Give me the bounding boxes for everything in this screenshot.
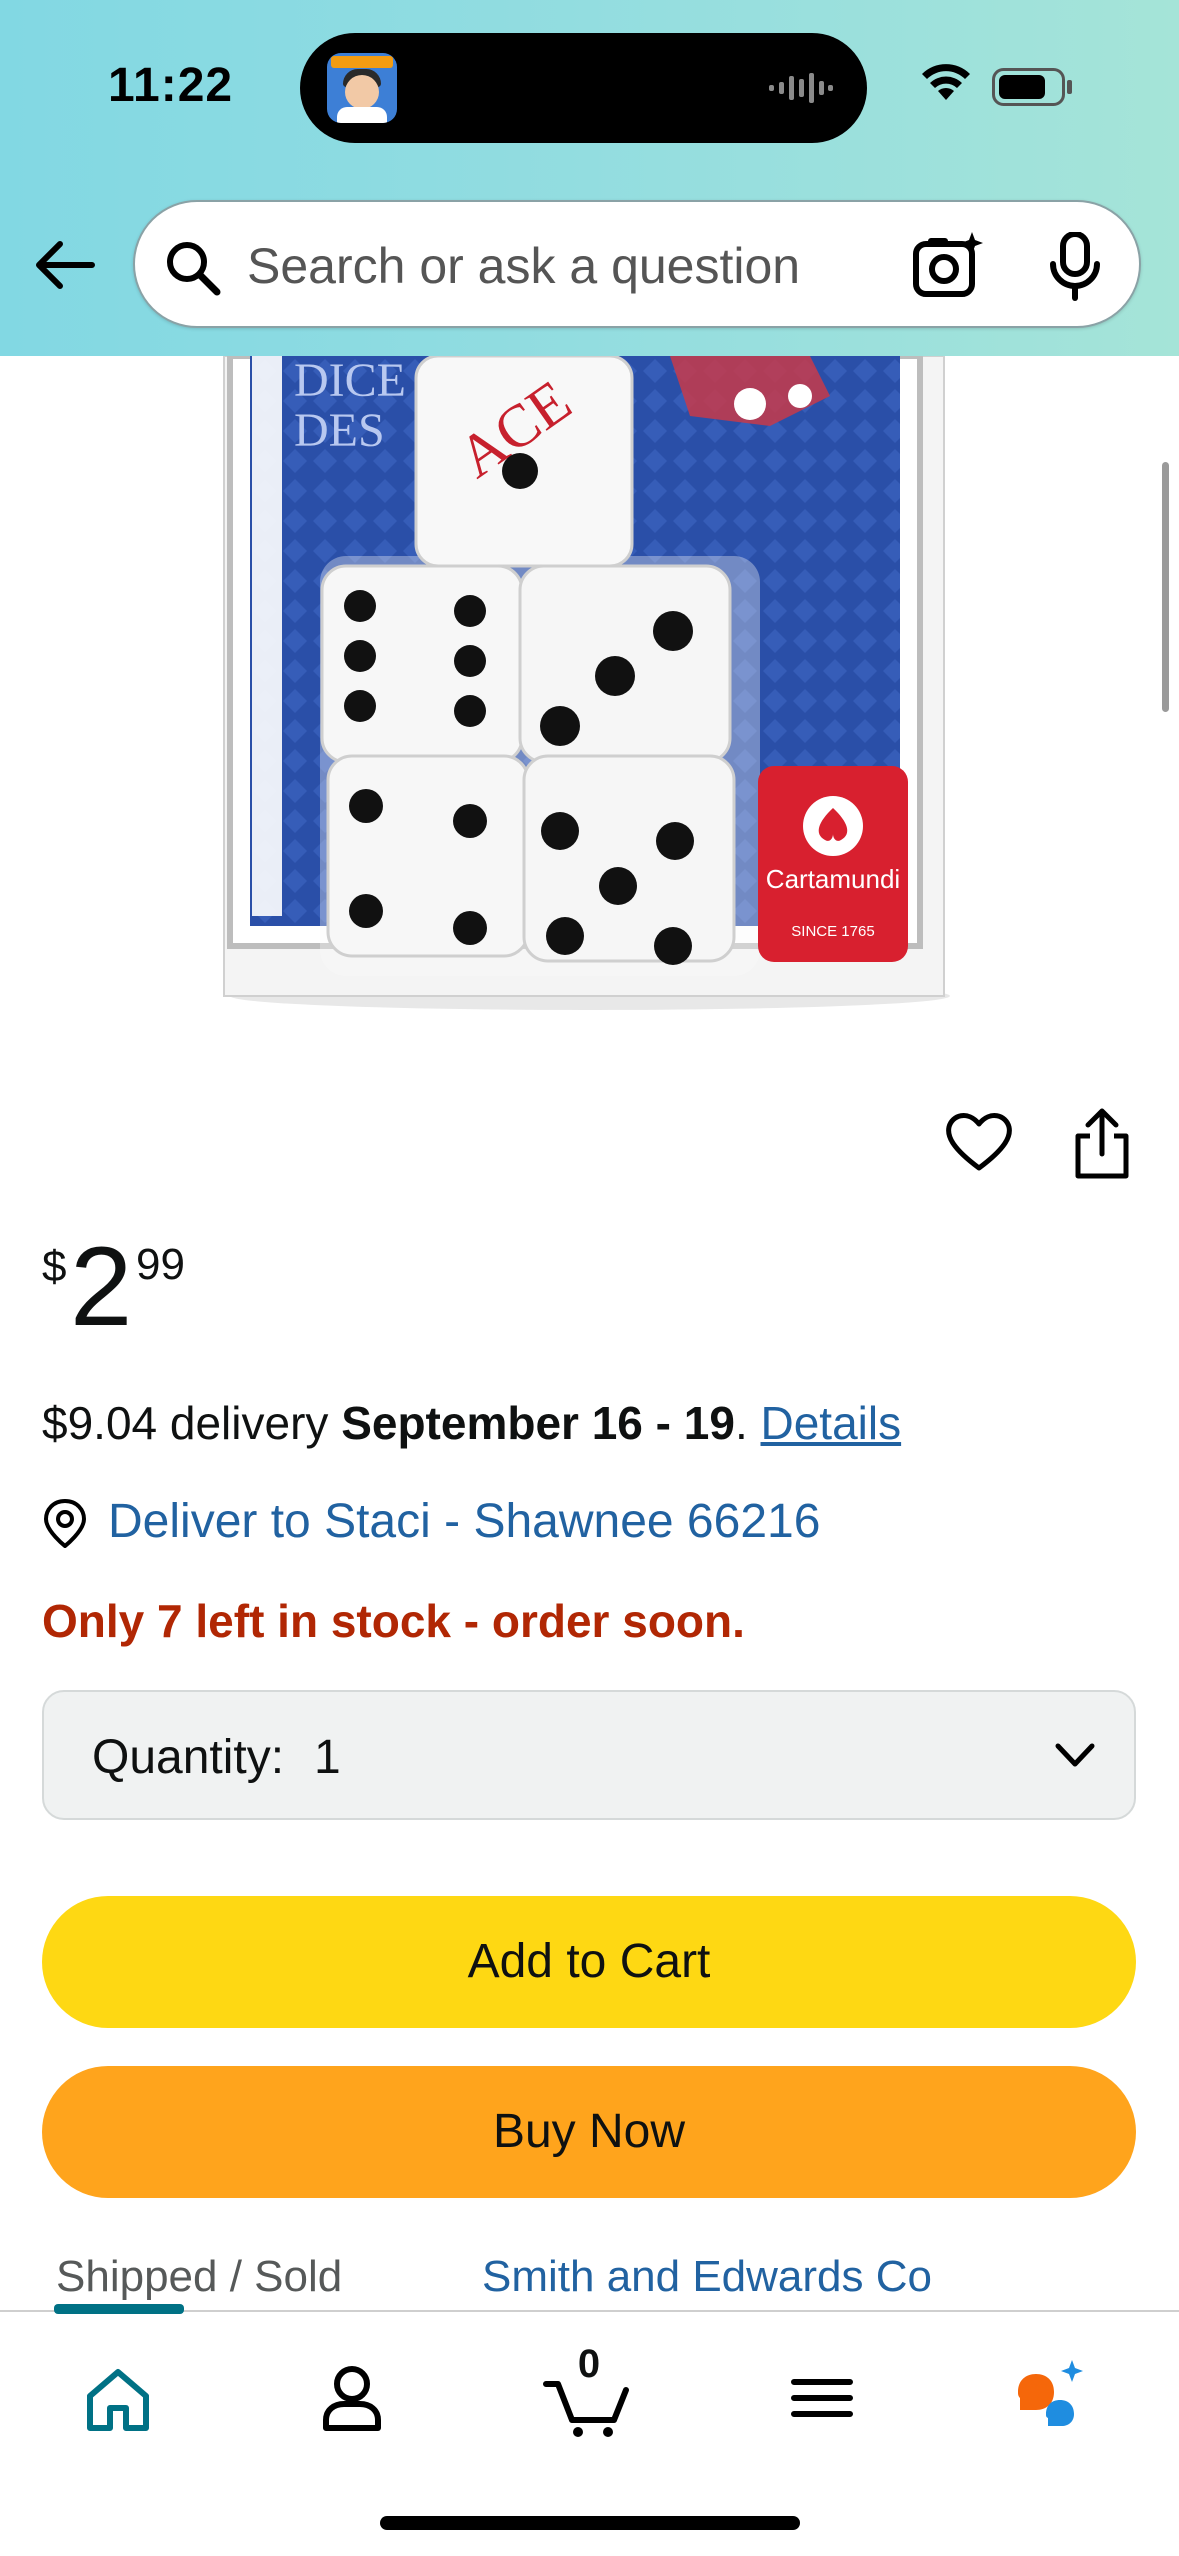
delivery-info: $9.04 delivery September 16 - 19. Detail… [42, 1396, 901, 1450]
rufus-chat-icon [1018, 2360, 1083, 2426]
account-icon [323, 2366, 381, 2431]
tab-rufus[interactable] [1006, 2348, 1106, 2448]
brand-logo: Cartamundi SINCE 1765 [758, 766, 908, 962]
camera-lens-icon[interactable] [912, 230, 986, 300]
menu-icon [791, 2379, 853, 2417]
scroll-indicator[interactable] [1162, 462, 1169, 712]
share-icon[interactable] [1070, 1106, 1134, 1180]
die-mid-left [320, 564, 524, 764]
die-mid-right [518, 564, 732, 764]
die-bottom-left [326, 754, 530, 958]
price-whole: 2 [70, 1224, 133, 1349]
quantity-label: Quantity: [92, 1731, 285, 1784]
die-bottom-right [522, 754, 736, 965]
pack-text-1: DICE [294, 356, 406, 407]
search-bar[interactable] [133, 200, 1141, 328]
audio-wave-icon [769, 73, 833, 103]
wifi-icon [922, 64, 970, 100]
delivery-prefix: $9.04 delivery [42, 1397, 342, 1449]
delivery-date: September 16 - 19 [341, 1397, 735, 1449]
shipped-sold-row: Shipped / Sold Smith and Edwards Co [0, 2248, 1179, 2308]
stock-message: Only 7 left in stock - order soon. [42, 1595, 745, 1647]
quantity-value: 1 [314, 1731, 341, 1784]
price-fraction: 99 [136, 1240, 185, 1289]
search-input[interactable] [247, 226, 807, 306]
tab-account[interactable] [302, 2348, 402, 2448]
details-link[interactable]: Details [761, 1397, 902, 1449]
buy-now-button[interactable]: Buy Now [42, 2066, 1136, 2198]
battery-icon [992, 68, 1072, 106]
tab-cart[interactable]: 0 [540, 2342, 640, 2448]
chevron-down-icon [1055, 1743, 1095, 1767]
price-symbol: $ [42, 1242, 67, 1291]
search-icon [167, 242, 221, 296]
deliver-to-text[interactable]: Deliver to Staci - Shawnee 66216 [108, 1494, 820, 1549]
seller-link[interactable]: Smith and Edwards Co [482, 2252, 932, 2302]
add-to-cart-button[interactable]: Add to Cart [42, 1896, 1136, 2028]
product-image[interactable]: DICE DES ACE Cartamundi SINCE 1765 [190, 356, 990, 1016]
dynamic-island[interactable] [300, 33, 867, 143]
location-pin-icon [44, 1499, 86, 1548]
delivery-period: . [734, 1397, 761, 1449]
live-activity-avatar [327, 53, 397, 123]
active-tab-indicator [54, 2304, 184, 2314]
microphone-icon[interactable] [1045, 232, 1105, 302]
brand-text: Cartamundi [766, 864, 900, 894]
shipped-sold-label: Shipped / Sold [56, 2252, 343, 2301]
back-arrow-icon[interactable] [30, 230, 100, 300]
brand-since: SINCE 1765 [791, 923, 874, 940]
home-indicator [380, 2516, 800, 2530]
quantity-select[interactable]: Quantity: 1 [42, 1690, 1136, 1820]
tab-home[interactable] [68, 2348, 168, 2448]
die-top: ACE [414, 356, 634, 568]
cart-count-badge: 0 [577, 2342, 601, 2386]
tab-menu[interactable] [772, 2348, 872, 2448]
status-time: 11:22 [108, 59, 234, 112]
app-header: 11:22 [0, 0, 1179, 356]
pack-text-2: DES [294, 404, 385, 457]
home-icon [87, 2369, 149, 2431]
heart-icon[interactable] [944, 1110, 1014, 1174]
